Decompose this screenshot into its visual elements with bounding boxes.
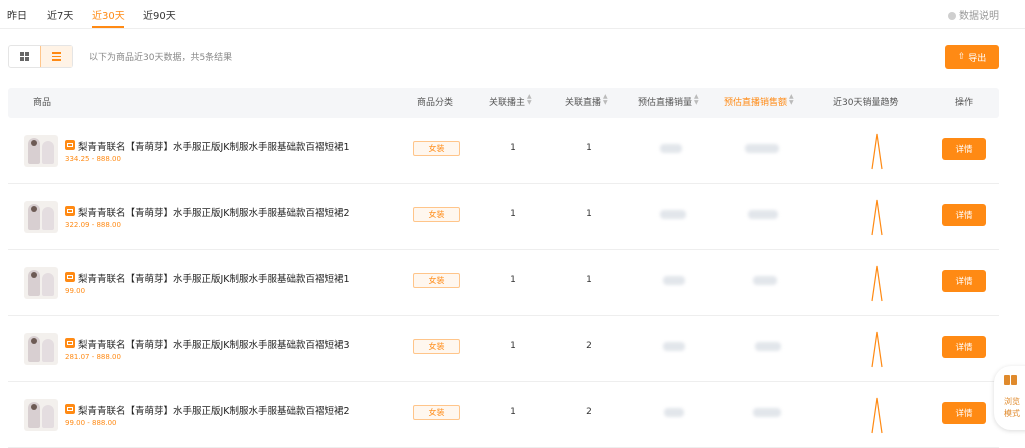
sales-trend-sparkline [871, 331, 883, 368]
category-tag: 女装 [413, 339, 460, 354]
detail-button[interactable]: 详情 [942, 138, 986, 160]
export-label: 导出 [968, 53, 987, 64]
sort-icon: ▲ ▼ [694, 93, 699, 106]
data-description-link[interactable]: 数据说明 [948, 7, 999, 22]
anchor-count: 1 [510, 275, 516, 285]
table-row: 梨青青联名【青萌芽】水手服正版JK制服水手服基础款百褶短裙1 99.00 女装 … [8, 250, 999, 316]
product-thumbnail[interactable] [24, 267, 58, 299]
column-header-est-sales-label: 预估直播销量 [638, 98, 693, 108]
blurred-sales-value [660, 144, 682, 153]
upload-icon: ⇧ [957, 52, 966, 62]
table-row: 梨青青联名【青萌芽】水手服正版JK制服水手服基础款百褶短裙1 334.25 - … [8, 118, 999, 184]
book-icon [1004, 375, 1017, 385]
anchor-count: 1 [510, 341, 516, 351]
anchor-count: 1 [510, 143, 516, 153]
product-title[interactable]: 梨青青联名【青萌芽】水手服正版JK制服水手服基础款百褶短裙1 [78, 139, 350, 153]
table-header: 商品 商品分类 关联播主▲ ▼ 关联直播▲ ▼ 预估直播销量▲ ▼ 预估直播销售额▲ ▼… [8, 88, 999, 118]
store-icon [65, 338, 75, 348]
product-title[interactable]: 梨青青联名【青萌芽】水手服正版JK制服水手服基础款百褶短裙2 [78, 403, 350, 417]
detail-button[interactable]: 详情 [942, 336, 986, 358]
store-icon [65, 206, 75, 216]
sort-icon: ▲ ▼ [527, 93, 532, 106]
blurred-revenue-value [755, 342, 781, 351]
store-icon [65, 140, 75, 150]
tab-30-days[interactable]: 近30天 [92, 7, 125, 22]
column-header-anchors-label: 关联播主 [489, 98, 526, 108]
product-title[interactable]: 梨青青联名【青萌芽】水手服正版JK制服水手服基础款百褶短裙2 [78, 205, 350, 219]
info-icon [948, 12, 956, 20]
sort-icon: ▲ ▼ [603, 93, 608, 106]
active-tab-indicator [92, 26, 124, 28]
column-header-action: 操作 [955, 98, 974, 108]
list-icon [52, 52, 62, 61]
table-row: 梨青青联名【青萌芽】水手服正版JK制服水手服基础款百褶短裙2 99.00 - 8… [8, 382, 999, 448]
product-price: 99.00 - 888.00 [65, 419, 117, 427]
live-count: 1 [586, 209, 592, 219]
sales-trend-sparkline [871, 397, 883, 434]
product-price: 281.07 - 888.00 [65, 353, 121, 361]
detail-button[interactable]: 详情 [942, 270, 986, 292]
product-thumbnail[interactable] [24, 399, 58, 431]
sales-trend-sparkline [871, 199, 883, 236]
anchor-count: 1 [510, 407, 516, 417]
product-thumbnail[interactable] [24, 333, 58, 365]
live-count: 1 [586, 275, 592, 285]
detail-button[interactable]: 详情 [942, 204, 986, 226]
live-count: 2 [586, 341, 592, 351]
column-header-product: 商品 [33, 98, 52, 108]
product-price: 99.00 [65, 287, 86, 295]
blurred-sales-value [663, 342, 685, 351]
blurred-revenue-value [748, 210, 778, 219]
live-count: 2 [586, 407, 592, 417]
sort-icon: ▲ ▼ [789, 93, 794, 106]
column-header-category: 商品分类 [417, 98, 454, 108]
date-range-tabs: 昨日 近7天 近30天 近90天 数据说明 [0, 0, 1025, 29]
result-summary: 以下为商品近30天数据，共5条结果 [89, 53, 233, 63]
blurred-revenue-value [753, 408, 781, 417]
data-description-label: 数据说明 [959, 11, 999, 22]
product-price: 322.09 - 888.00 [65, 221, 121, 229]
store-icon [65, 404, 75, 414]
table-row: 梨青青联名【青萌芽】水手服正版JK制服水手服基础款百褶短裙3 281.07 - … [8, 316, 999, 382]
browse-mode-label: 浏览模式 [1004, 397, 1020, 418]
tab-90-days[interactable]: 近90天 [143, 7, 176, 22]
column-header-anchors[interactable]: 关联播主▲ ▼ [489, 88, 532, 118]
blurred-sales-value [663, 276, 685, 285]
column-header-est-revenue-label: 预估直播销售额 [724, 98, 788, 108]
table-row: 梨青青联名【青萌芽】水手服正版JK制服水手服基础款百褶短裙2 322.09 - … [8, 184, 999, 250]
category-tag: 女装 [413, 207, 460, 222]
product-thumbnail[interactable] [24, 201, 58, 233]
view-mode-toggle [8, 45, 73, 68]
list-view-button[interactable] [40, 46, 72, 67]
category-tag: 女装 [413, 141, 460, 156]
blurred-sales-value [660, 210, 686, 219]
browse-mode-button[interactable]: 浏览模式 [994, 366, 1025, 430]
sales-trend-sparkline [871, 265, 883, 302]
blurred-revenue-value [745, 144, 779, 153]
column-header-est-sales[interactable]: 预估直播销量▲ ▼ [638, 88, 699, 118]
tab-7-days[interactable]: 近7天 [47, 7, 73, 22]
live-count: 1 [586, 143, 592, 153]
store-icon [65, 272, 75, 282]
column-header-trend: 近30天销量趋势 [833, 98, 899, 108]
export-button[interactable]: ⇧ 导出 [945, 45, 999, 69]
detail-button[interactable]: 详情 [942, 402, 986, 424]
product-title[interactable]: 梨青青联名【青萌芽】水手服正版JK制服水手服基础款百褶短裙3 [78, 337, 350, 351]
blurred-sales-value [664, 408, 684, 417]
column-header-lives-label: 关联直播 [565, 98, 602, 108]
column-header-est-revenue[interactable]: 预估直播销售额▲ ▼ [724, 88, 794, 118]
product-title[interactable]: 梨青青联名【青萌芽】水手服正版JK制服水手服基础款百褶短裙1 [78, 271, 350, 285]
sales-trend-sparkline [871, 133, 883, 170]
category-tag: 女装 [413, 273, 460, 288]
column-header-lives[interactable]: 关联直播▲ ▼ [565, 88, 608, 118]
grid-view-button[interactable] [9, 46, 40, 67]
grid-icon [20, 52, 30, 61]
category-tag: 女装 [413, 405, 460, 420]
product-price: 334.25 - 888.00 [65, 155, 121, 163]
blurred-revenue-value [753, 276, 777, 285]
tab-yesterday[interactable]: 昨日 [7, 7, 27, 22]
product-thumbnail[interactable] [24, 135, 58, 167]
anchor-count: 1 [510, 209, 516, 219]
